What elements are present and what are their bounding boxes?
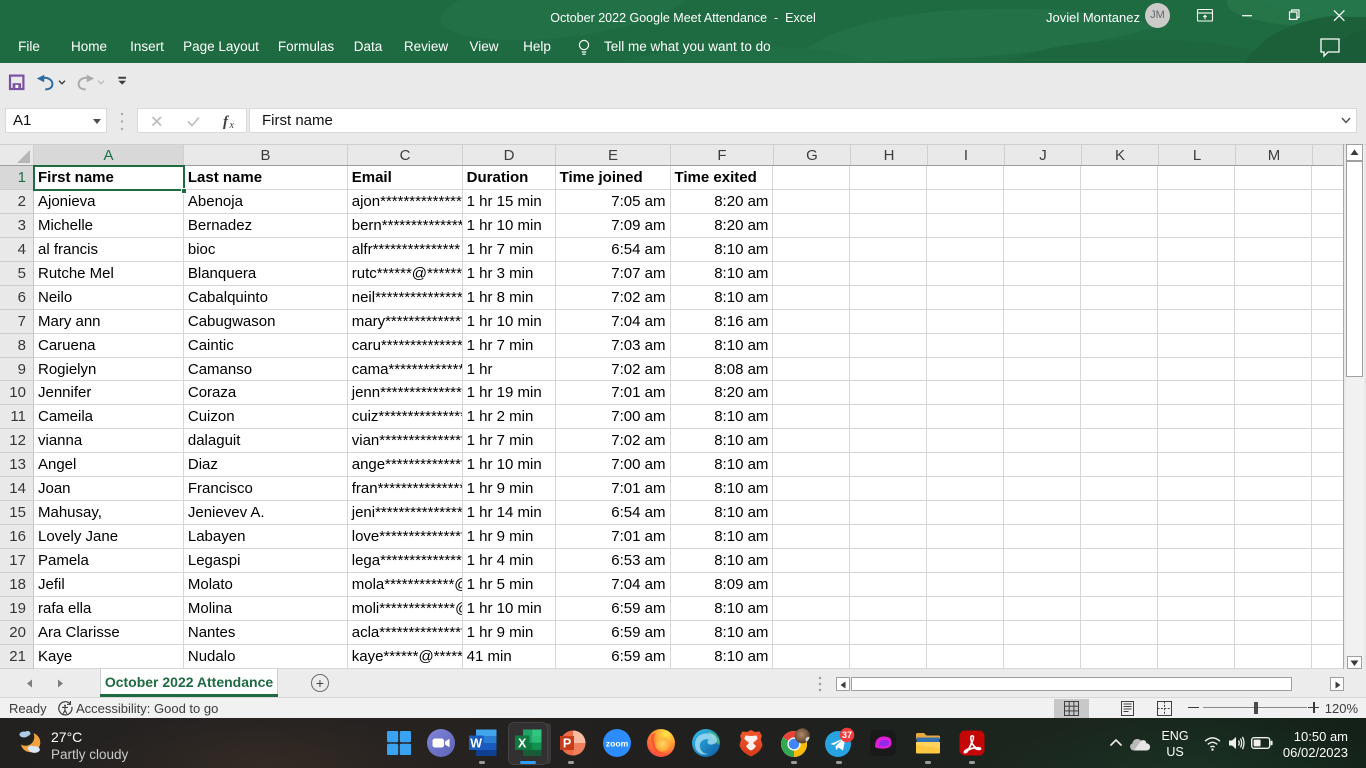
svg-text:zoom: zoom xyxy=(606,739,629,749)
svg-text:P: P xyxy=(563,737,571,751)
svg-text:W: W xyxy=(470,736,482,750)
svg-text:x: x xyxy=(229,120,235,131)
svg-text:X: X xyxy=(518,736,527,750)
svg-text:37: 37 xyxy=(842,730,852,740)
